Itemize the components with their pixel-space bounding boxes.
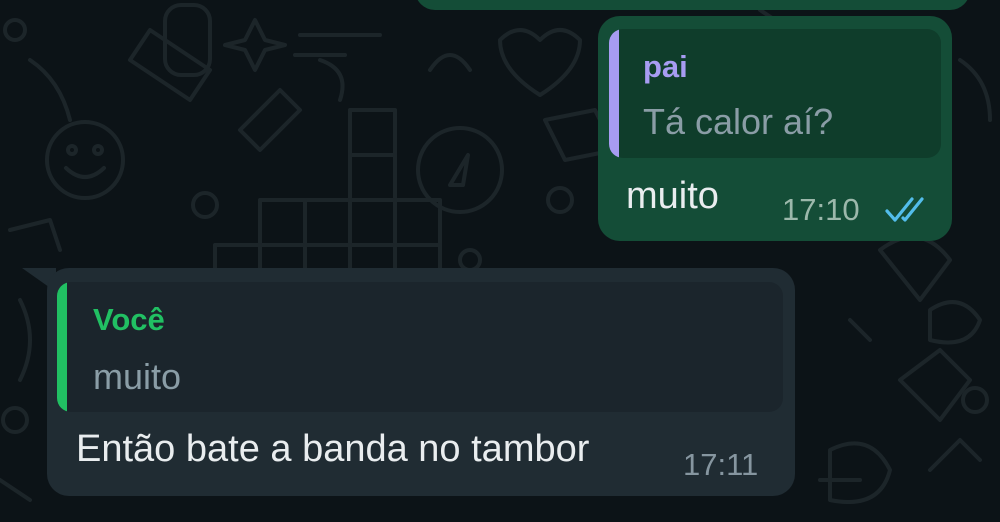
quoted-message-preview[interactable]: Você muito: [57, 282, 783, 412]
message-text: Então bate a banda no tambor: [76, 428, 590, 470]
double-check-read-icon: [885, 197, 924, 222]
chat-conversation: pai Tá calor aí? muito 17:10 Você muito …: [0, 0, 1000, 522]
quoted-message-text: Tá calor aí?: [643, 101, 834, 142]
message-text: muito: [626, 175, 719, 217]
quoted-message-text: muito: [93, 356, 182, 397]
message-timestamp: 17:10: [782, 192, 860, 227]
quoted-message-author: Você: [93, 302, 165, 337]
previous-outgoing-message-bubble[interactable]: [415, 0, 970, 10]
quote-accent-bar: [57, 282, 67, 412]
quoted-message-author: pai: [643, 49, 688, 84]
message-timestamp: 17:11: [683, 447, 759, 482]
quoted-message-preview[interactable]: pai Tá calor aí?: [609, 29, 941, 158]
quote-accent-bar: [609, 29, 619, 158]
